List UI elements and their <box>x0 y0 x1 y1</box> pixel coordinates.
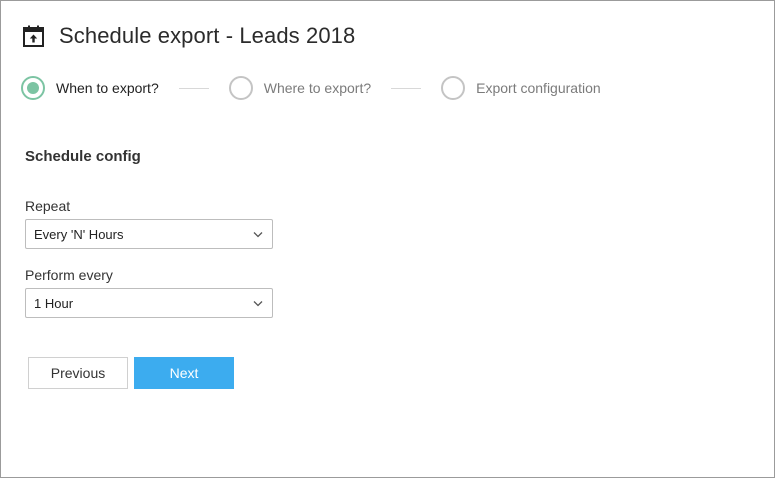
active-dot-icon <box>27 82 39 94</box>
calendar-export-icon <box>23 25 44 47</box>
previous-button[interactable]: Previous <box>28 357 128 389</box>
step-connector <box>391 87 422 89</box>
chevron-down-icon <box>253 232 263 238</box>
perform-every-label: Perform every <box>25 267 113 283</box>
step-label: When to export? <box>56 80 159 96</box>
perform-every-select[interactable]: 1 Hour <box>25 288 273 318</box>
stepper: When to export? Where to export? Export … <box>21 75 601 101</box>
step-label: Where to export? <box>263 80 372 96</box>
step-indicator <box>441 76 466 100</box>
header: Schedule export - Leads 2018 <box>23 23 355 49</box>
repeat-select[interactable]: Every 'N' Hours <box>25 219 273 249</box>
step-when-to-export[interactable]: When to export? <box>21 76 159 100</box>
step-connector <box>178 87 209 89</box>
section-title: Schedule config <box>25 148 141 165</box>
dialog: Schedule export - Leads 2018 When to exp… <box>0 0 775 478</box>
repeat-label: Repeat <box>25 198 71 214</box>
perform-every-select-value: 1 Hour <box>34 295 74 311</box>
step-label: Export configuration <box>476 80 601 96</box>
next-button[interactable]: Next <box>134 357 234 389</box>
step-export-configuration[interactable]: Export configuration <box>441 76 601 100</box>
step-where-to-export[interactable]: Where to export? <box>228 76 372 100</box>
repeat-select-value: Every 'N' Hours <box>34 226 124 242</box>
step-indicator <box>228 76 253 100</box>
step-indicator-active <box>21 76 45 100</box>
page-title: Schedule export - Leads 2018 <box>59 23 356 48</box>
chevron-down-icon <box>253 301 263 307</box>
